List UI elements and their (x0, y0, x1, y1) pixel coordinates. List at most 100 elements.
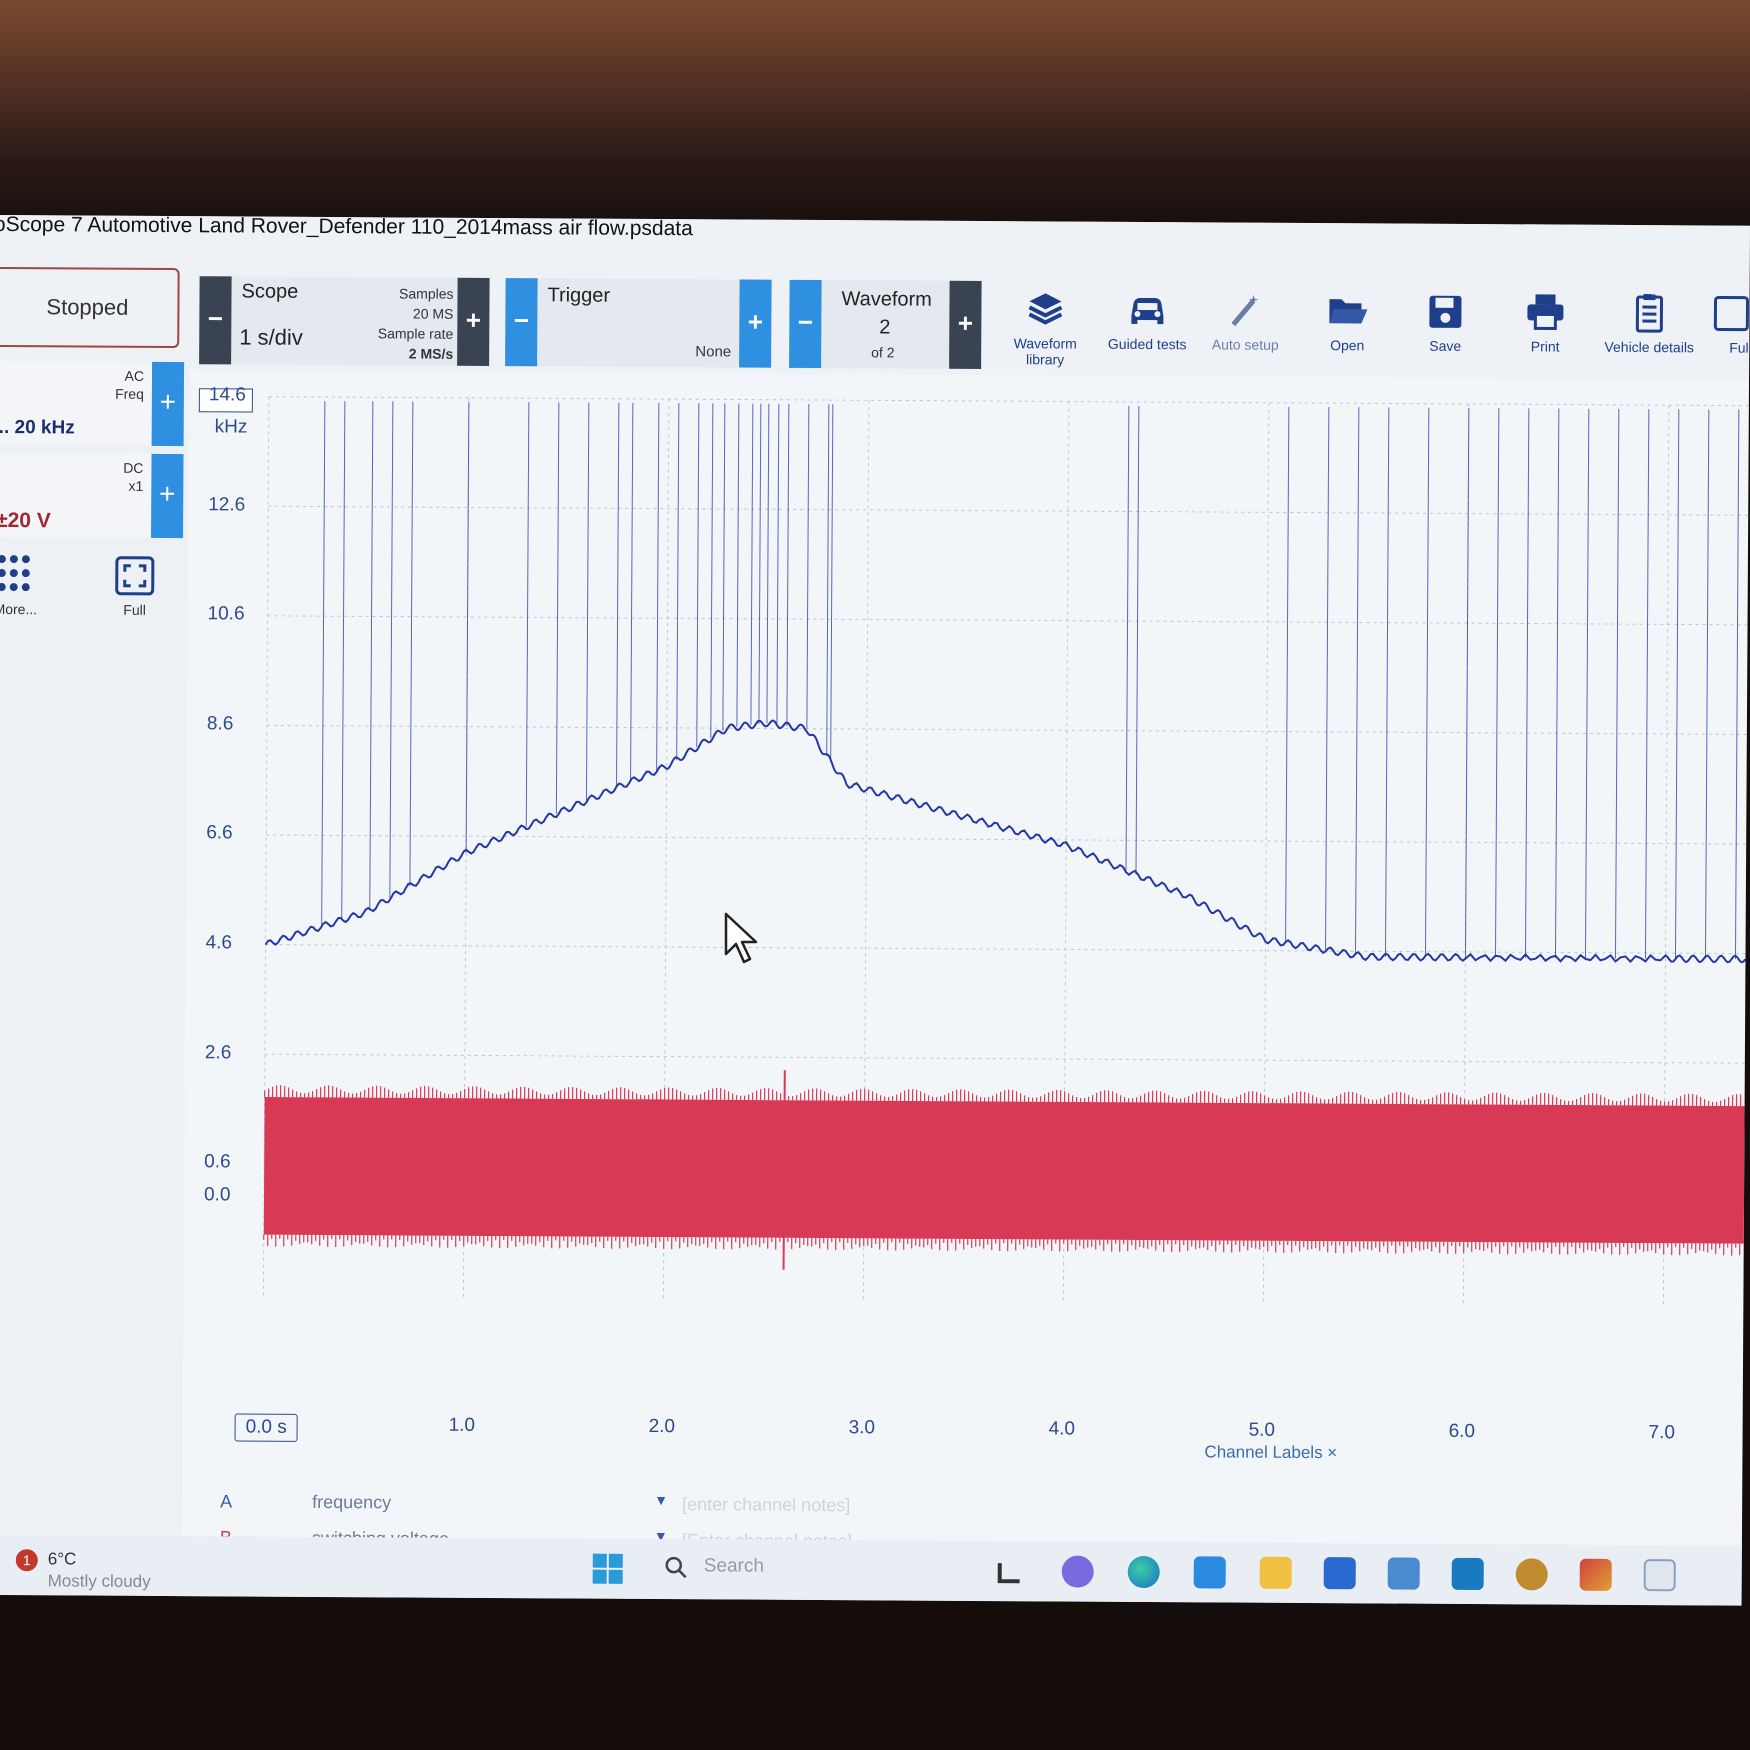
floppy-icon (1423, 290, 1467, 334)
store-icon[interactable] (1323, 1557, 1356, 1590)
trigger-control: − Trigger None + (505, 278, 772, 368)
wand-icon (1223, 288, 1267, 332)
windows-start-icon[interactable] (592, 1553, 624, 1585)
fullscreen-icon (1709, 291, 1750, 335)
print-label: Print (1530, 338, 1560, 355)
x-tick-label: 2.0 (648, 1415, 676, 1438)
window-title: oScope 7 Automotive Land Rover_Defender … (0, 215, 693, 241)
windows-taskbar: 1 6°C Mostly cloudy Search (0, 1534, 1742, 1606)
mail-icon[interactable] (1193, 1556, 1226, 1589)
channel-b-range[interactable]: ±20 V (0, 509, 51, 533)
full-label: Full (123, 601, 146, 618)
x-tick-label: 6.0 (1448, 1420, 1476, 1443)
waveform-svg (262, 396, 1749, 1306)
weather-widget[interactable]: 1 6°C Mostly cloudy (2, 1545, 202, 1592)
waveform-label: Waveform (841, 288, 932, 311)
channel-a-notes-input[interactable]: [enter channel notes] (682, 1494, 850, 1516)
fullscreen-label: Ful (1729, 339, 1749, 356)
more-label: More... (0, 600, 38, 618)
picoscope-app-icon[interactable] (1643, 1559, 1676, 1592)
more-button[interactable]: More... (0, 555, 58, 625)
channel-a-trace (264, 719, 1747, 964)
y-tick-label: 0.0 (203, 1184, 231, 1206)
vehicle-details-label: Vehicle details (1604, 338, 1695, 356)
channel-a-control: AC Freq .. 20 kHz + (0, 360, 185, 447)
run-stop-button[interactable]: Stopped (0, 266, 180, 349)
auto-setup-button[interactable]: Auto setup (1197, 284, 1294, 375)
waveform-next-button[interactable]: + (949, 280, 982, 369)
grid-line-y (265, 944, 1746, 955)
open-label: Open (1330, 337, 1365, 354)
channel-panel: AC Freq .. 20 kHz + DC x1 ±20 V + More..… (0, 354, 190, 1537)
x-tick-label[interactable]: 0.0 s (234, 1413, 298, 1442)
books-icon (1023, 287, 1067, 331)
waveform-previous-button[interactable]: − (789, 279, 822, 369)
channel-b-probe: x1 (128, 477, 144, 494)
toolbar: − Scope 1 s/div Samples 20 MS Sample rat… (0, 266, 1750, 380)
trigger-decrease-button[interactable]: − (505, 278, 538, 367)
samples-value: 20 MS (412, 305, 454, 322)
open-button[interactable]: Open (1299, 285, 1396, 376)
channel-labels-button[interactable]: Channel Labels × (1204, 1442, 1337, 1463)
app-circle-icon[interactable] (1515, 1558, 1548, 1591)
y-tick-label: 0.6 (204, 1151, 231, 1173)
mouse-pointer-icon (722, 912, 762, 966)
app-blue-icon[interactable] (1451, 1557, 1484, 1591)
timebase-decrease-button[interactable]: − (199, 276, 232, 365)
y-tick-label: 2.6 (204, 1041, 232, 1063)
y-axis-unit: kHz (214, 416, 248, 438)
grid-line-y (268, 505, 1749, 516)
waveform-count: of 2 (871, 344, 895, 361)
search-icon (664, 1555, 687, 1579)
sample-rate-value: 2 MS/s (408, 345, 454, 362)
trigger-mode: None (695, 343, 732, 361)
x-tick-label: 3.0 (848, 1417, 876, 1439)
vehicle-details-button[interactable]: Vehicle details (1595, 287, 1704, 378)
clipboard-icon (1627, 291, 1671, 335)
y-tick-label: 6.6 (206, 822, 233, 844)
y-tick-label: 8.6 (206, 713, 234, 735)
car-icon (1125, 288, 1169, 332)
guided-tests-button[interactable]: Guided tests (1099, 284, 1196, 375)
waveform-library-button[interactable]: Waveform library (997, 283, 1094, 374)
channel-a-name-select[interactable]: frequency (312, 1492, 672, 1515)
grid-line-y (264, 1053, 1745, 1064)
taskbar-search[interactable]: Search (664, 1553, 904, 1586)
edge-browser-icon[interactable] (1127, 1555, 1160, 1589)
app-tiles-icon[interactable] (1579, 1558, 1612, 1591)
full-view-button[interactable]: Full (109, 556, 159, 626)
save-button[interactable]: Save (1397, 286, 1494, 377)
chat-icon[interactable] (1061, 1555, 1094, 1588)
guided-tests-label: Guided tests (1107, 335, 1187, 353)
save-label: Save (1429, 337, 1462, 354)
waveform-navigator: − Waveform 2 of 2 + (789, 279, 982, 369)
trigger-label: Trigger (547, 284, 611, 307)
channel-b-range-increase-button[interactable]: + (151, 453, 184, 539)
samples-label: Samples (399, 285, 454, 302)
y-tick-label: 12.6 (208, 493, 246, 516)
sample-rate-label: Sample rate (377, 325, 454, 342)
print-button[interactable]: Print (1497, 286, 1594, 377)
y-tick-label: 4.6 (205, 932, 233, 954)
x-tick-label: 7.0 (1648, 1422, 1676, 1444)
channel-a-mode: Freq (115, 385, 144, 402)
grid-line-y (267, 615, 1748, 626)
task-view-icon[interactable] (994, 1555, 1026, 1587)
channel-b-band (263, 1097, 1745, 1244)
timebase-increase-button[interactable]: + (457, 277, 490, 366)
waveform-index: 2 (879, 316, 891, 339)
expand-icon (115, 556, 155, 596)
file-explorer-icon[interactable] (1259, 1556, 1292, 1589)
weather-temperature: 6°C (47, 1549, 77, 1569)
channel-a-range-increase-button[interactable]: + (151, 361, 185, 447)
photo-background: oScope 7 Automotive Land Rover_Defender … (0, 0, 1750, 1750)
scope-plot[interactable]: kHz Channel Labels × 14.6 12.6 10.6 8.6 6.6 4… (193, 376, 1750, 1462)
trigger-increase-button[interactable]: + (739, 279, 772, 368)
fullscreen-button[interactable]: Ful (1705, 287, 1750, 377)
chevron-down-icon[interactable]: ▼ (654, 1492, 668, 1508)
picoscope-vehicle-icon[interactable] (1387, 1557, 1420, 1590)
channel-a-range[interactable]: .. 20 kHz (0, 417, 75, 439)
timebase-value: 1 s/div (239, 324, 303, 350)
notification-badge: 1 (15, 1549, 38, 1572)
auto-setup-label: Auto setup (1211, 336, 1279, 353)
